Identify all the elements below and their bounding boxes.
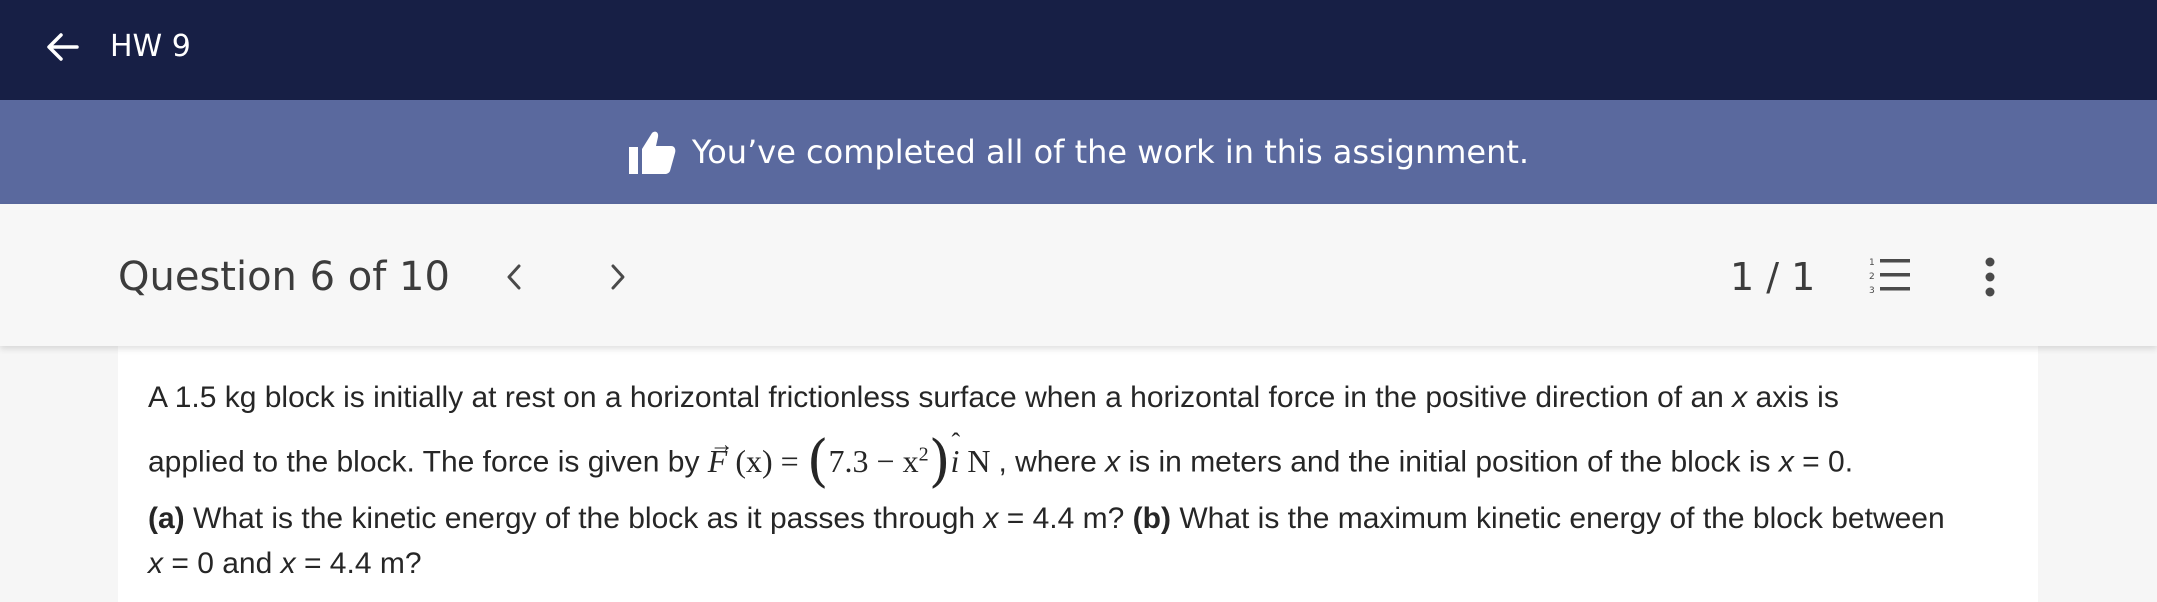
question-content: A 1.5 kg block is initially at rest on a… — [118, 346, 2038, 602]
question-text: A 1.5 kg block is initially at rest on a… — [148, 370, 2038, 581]
chevron-left-icon — [507, 264, 521, 290]
question-navigation-bar: Question 6 of 10 1 / 1 1 2 3 — [0, 204, 2157, 346]
numbered-list-icon: 1 2 3 — [1869, 258, 1910, 296]
question-list-button[interactable]: 1 2 3 — [1868, 254, 1914, 300]
back-button[interactable] — [40, 24, 86, 70]
svg-text:2: 2 — [1869, 272, 1875, 282]
svg-text:1: 1 — [1869, 258, 1875, 268]
top-app-bar: HW 9 — [0, 0, 2157, 100]
completion-message: You’ve completed all of the work in this… — [691, 133, 1530, 171]
svg-text:3: 3 — [1869, 286, 1875, 296]
question-line: (a) What is the kinetic energy of the bl… — [148, 501, 1945, 535]
part-a-label: (a) — [148, 501, 185, 535]
question-line: x = 0 and x = 4.4 m? — [148, 546, 422, 580]
question-title: Question 6 of 10 — [118, 254, 450, 300]
completion-banner: You’ve completed all of the work in this… — [0, 100, 2157, 204]
force-equation: → F (x) = (7.3 − x2) ˆ i N — [707, 427, 999, 494]
more-options-button[interactable] — [1970, 254, 2010, 300]
question-line: A 1.5 kg block is initially at rest on a… — [148, 381, 1839, 414]
thumbs-up-icon — [628, 131, 676, 174]
more-vertical-icon — [1985, 257, 1995, 297]
arrow-left-icon — [47, 33, 79, 61]
part-b-label: (b) — [1132, 501, 1171, 535]
next-question-button[interactable] — [594, 252, 642, 302]
assignment-title: HW 9 — [110, 29, 191, 64]
part-counter: 1 / 1 — [1730, 255, 1816, 299]
previous-question-button[interactable] — [490, 252, 538, 302]
question-line: applied to the block. The force is given… — [148, 427, 1854, 494]
chevron-right-icon — [611, 264, 625, 290]
